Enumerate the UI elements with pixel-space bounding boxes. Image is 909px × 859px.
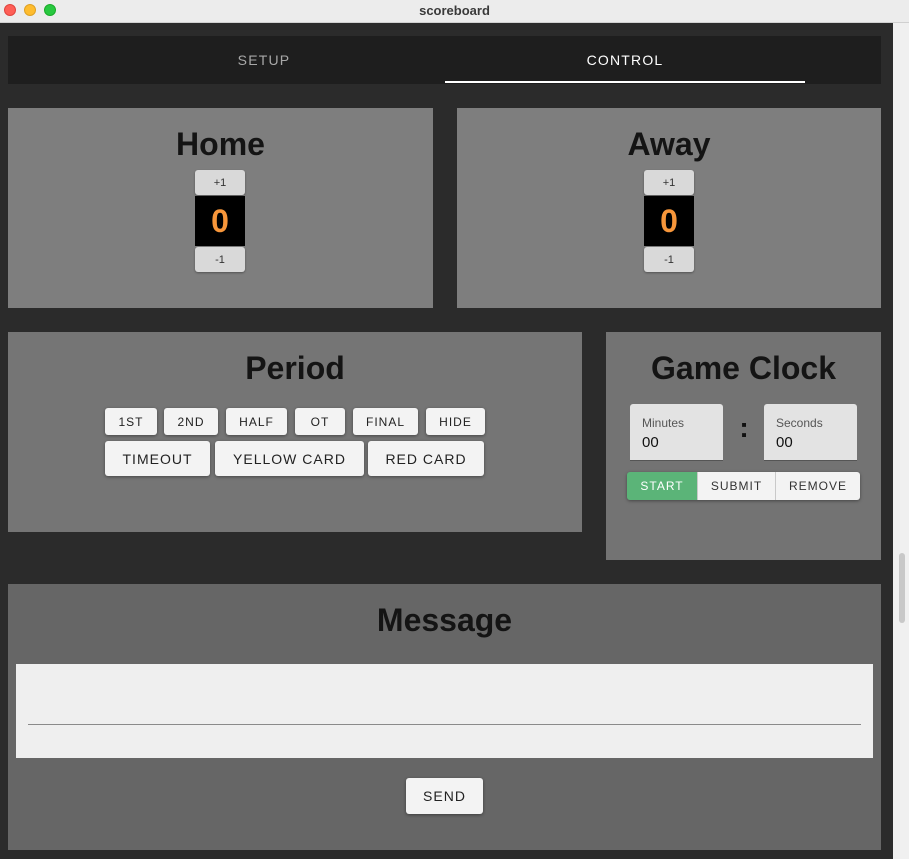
home-title: Home: [176, 126, 265, 162]
home-plus-one-button[interactable]: +1: [195, 170, 245, 195]
game-clock-title: Game Clock: [651, 350, 836, 386]
app-content: SETUP CONTROL Home +1 0 -1 Away +1 0 -1 …: [0, 23, 909, 859]
time-separator: :: [739, 412, 749, 443]
seconds-value[interactable]: 00: [776, 434, 793, 451]
away-score-card: Away +1 0 -1: [457, 108, 881, 308]
clock-button-group: START SUBMIT REMOVE: [627, 472, 860, 500]
tab-control[interactable]: CONTROL: [445, 36, 805, 84]
clock-start-button[interactable]: START: [627, 472, 698, 500]
minutes-label: Minutes: [642, 416, 685, 430]
window-title: scoreboard: [419, 3, 490, 18]
period-hide-button[interactable]: HIDE: [426, 408, 485, 435]
send-button[interactable]: SEND: [406, 778, 483, 814]
message-title: Message: [376, 602, 513, 638]
period-1st-button[interactable]: 1ST: [105, 408, 157, 435]
away-plus-one-button[interactable]: +1: [644, 170, 694, 195]
tab-setup[interactable]: SETUP: [88, 36, 440, 84]
message-input[interactable]: [28, 684, 861, 725]
window-titlebar: scoreboard: [0, 0, 909, 23]
period-2nd-button[interactable]: 2ND: [164, 408, 218, 435]
yellow-card-button[interactable]: YELLOW CARD: [215, 441, 364, 476]
seconds-label: Seconds: [776, 416, 823, 430]
home-score-display: 0: [195, 196, 245, 246]
scrollbar-thumb[interactable]: [899, 553, 905, 623]
away-title: Away: [627, 126, 711, 162]
message-card: Message SEND: [8, 584, 881, 850]
home-score-controls: +1 0 -1: [195, 170, 245, 272]
tab-bar: SETUP CONTROL: [8, 36, 881, 84]
clock-submit-button[interactable]: SUBMIT: [698, 472, 776, 500]
message-field: [16, 664, 873, 758]
away-score-controls: +1 0 -1: [644, 170, 694, 272]
period-final-button[interactable]: FINAL: [353, 408, 418, 435]
vertical-scrollbar[interactable]: [893, 23, 909, 859]
active-tab-indicator: [445, 81, 805, 83]
minutes-value[interactable]: 00: [642, 434, 659, 451]
seconds-field[interactable]: Seconds 00: [764, 404, 857, 461]
minutes-field[interactable]: Minutes 00: [630, 404, 723, 461]
timeout-button[interactable]: TIMEOUT: [105, 441, 210, 476]
home-score-card: Home +1 0 -1: [8, 108, 433, 308]
red-card-button[interactable]: RED CARD: [368, 441, 484, 476]
game-clock-card: Game Clock Minutes 00 : Seconds 00 START…: [606, 332, 881, 560]
away-score-display: 0: [644, 196, 694, 246]
clock-remove-button[interactable]: REMOVE: [776, 472, 860, 500]
home-minus-one-button[interactable]: -1: [195, 247, 245, 272]
period-card: Period 1ST 2ND HALF OT FINAL HIDE TIMEOU…: [8, 332, 582, 532]
away-minus-one-button[interactable]: -1: [644, 247, 694, 272]
period-ot-button[interactable]: OT: [295, 408, 345, 435]
period-title: Period: [245, 350, 345, 386]
period-half-button[interactable]: HALF: [226, 408, 287, 435]
